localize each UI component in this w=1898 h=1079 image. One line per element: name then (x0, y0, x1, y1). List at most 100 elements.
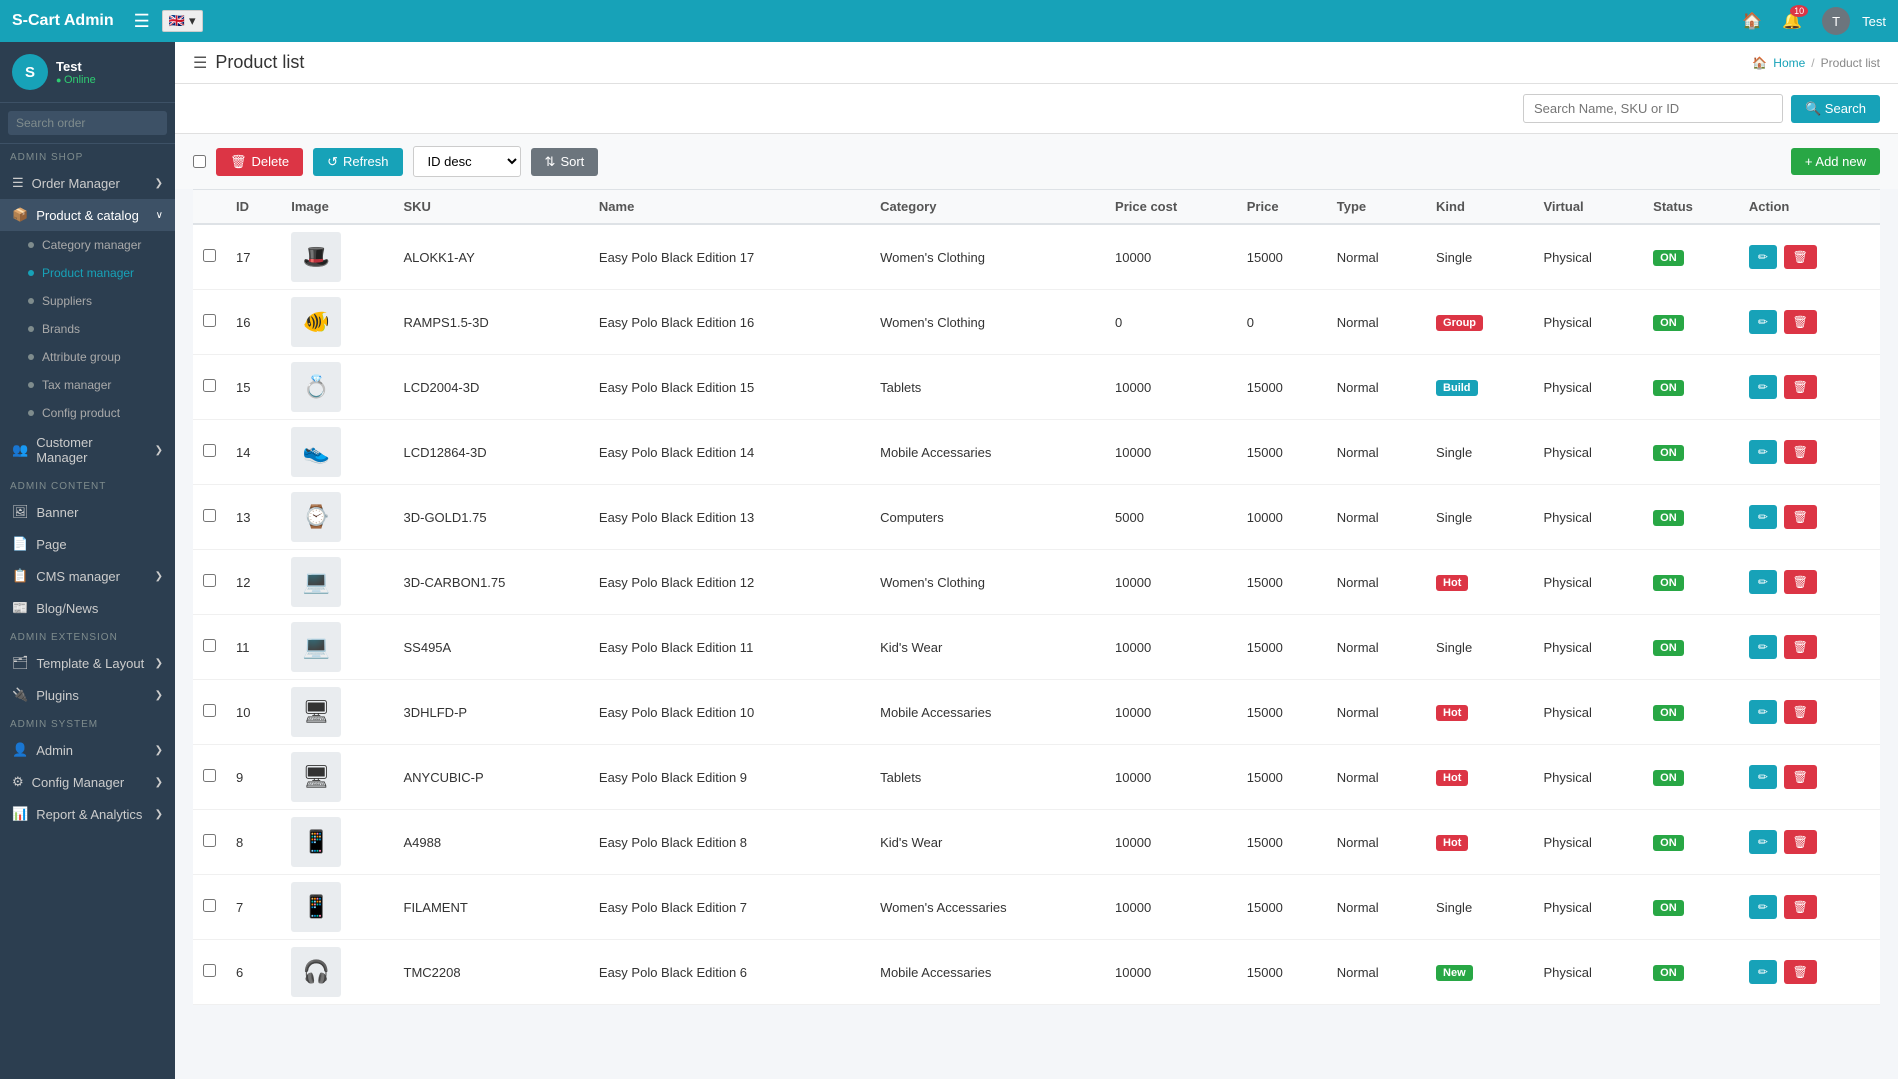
template-icon: 🗂 (12, 655, 29, 671)
row-kind: Group (1426, 290, 1533, 355)
row-checkbox[interactable] (203, 769, 216, 782)
sidebar-item-label: Order Manager (32, 176, 120, 191)
table-row: 12 💻 3D-CARBON1.75 Easy Polo Black Editi… (193, 550, 1880, 615)
row-checkbox[interactable] (203, 444, 216, 457)
sidebar-item-template-layout[interactable]: 🗂 Template & Layout ❯ (0, 647, 175, 679)
delete-row-button[interactable]: 🗑 (1784, 830, 1817, 854)
edit-button[interactable]: ✏ (1749, 310, 1777, 334)
row-checkbox[interactable] (203, 314, 216, 327)
edit-button[interactable]: ✏ (1749, 960, 1777, 984)
edit-button[interactable]: ✏ (1749, 765, 1777, 789)
search-order-input[interactable] (8, 111, 167, 135)
sidebar-item-report-analytics[interactable]: 📊 Report & Analytics ❯ (0, 798, 175, 830)
row-checkbox[interactable] (203, 379, 216, 392)
sidebar-item-blog-news[interactable]: 📰 Blog/News (0, 592, 175, 624)
row-sku: 3D-GOLD1.75 (394, 485, 589, 550)
sidebar-item-brands[interactable]: Brands (0, 315, 175, 343)
delete-row-button[interactable]: 🗑 (1784, 440, 1817, 464)
sidebar-item-plugins[interactable]: 🔌 Plugins ❯ (0, 679, 175, 711)
row-checkbox[interactable] (203, 964, 216, 977)
row-type: Normal (1327, 810, 1426, 875)
breadcrumb-home-link[interactable]: Home (1773, 56, 1805, 70)
row-checkbox[interactable] (203, 249, 216, 262)
sidebar-item-config-manager[interactable]: ⚙ Config Manager ❯ (0, 766, 175, 798)
edit-button[interactable]: ✏ (1749, 375, 1777, 399)
kind-label: Single (1436, 640, 1472, 655)
user-avatar[interactable]: T (1822, 7, 1850, 35)
sidebar-item-product-catalog[interactable]: 📦 Product & catalog ∨ (0, 199, 175, 231)
row-price: 15000 (1237, 420, 1327, 485)
sidebar: S Test Online ADMIN SHOP ☰ Order Manager… (0, 42, 175, 1079)
row-category: Kid's Wear (870, 810, 1105, 875)
table-row: 11 💻 SS495A Easy Polo Black Edition 11 K… (193, 615, 1880, 680)
row-price: 15000 (1237, 940, 1327, 1005)
edit-button[interactable]: ✏ (1749, 830, 1777, 854)
row-price-cost: 10000 (1105, 355, 1237, 420)
sort-select[interactable]: ID desc ID asc Name asc Name desc (413, 146, 521, 177)
product-image: 💻 (291, 622, 341, 672)
language-selector[interactable]: 🇬🇧 ▾ (162, 10, 203, 32)
row-checkbox[interactable] (203, 899, 216, 912)
sidebar-item-order-manager[interactable]: ☰ Order Manager ❯ (0, 167, 175, 199)
row-virtual: Physical (1533, 355, 1643, 420)
row-price-cost: 10000 (1105, 550, 1237, 615)
sort-button[interactable]: ⇅ Sort (531, 148, 599, 176)
edit-button[interactable]: ✏ (1749, 505, 1777, 529)
row-type: Normal (1327, 615, 1426, 680)
kind-label: Single (1436, 250, 1472, 265)
delete-row-button[interactable]: 🗑 (1784, 960, 1817, 984)
notification-bell-icon[interactable]: 🔔 10 (1782, 11, 1802, 31)
sidebar-item-admin[interactable]: 👤 Admin ❯ (0, 734, 175, 766)
product-image: 🐠 (291, 297, 341, 347)
sidebar-item-page[interactable]: 📄 Page (0, 528, 175, 560)
hamburger-icon[interactable]: ☰ (134, 11, 150, 32)
delete-row-button[interactable]: 🗑 (1784, 700, 1817, 724)
search-name-sku-id-input[interactable] (1523, 94, 1783, 123)
delete-row-button[interactable]: 🗑 (1784, 895, 1817, 919)
row-checkbox-cell (193, 420, 226, 485)
row-sku: TMC2208 (394, 940, 589, 1005)
row-type: Normal (1327, 745, 1426, 810)
edit-button[interactable]: ✏ (1749, 245, 1777, 269)
sidebar-item-banner[interactable]: 🖼 Banner (0, 496, 175, 528)
row-category: Computers (870, 485, 1105, 550)
sidebar-item-suppliers[interactable]: Suppliers (0, 287, 175, 315)
sidebar-item-customer-manager[interactable]: 👥 Customer Manager ❯ (0, 427, 175, 473)
sidebar-item-config-product[interactable]: Config product (0, 399, 175, 427)
sidebar-item-product-manager[interactable]: Product manager (0, 259, 175, 287)
delete-row-button[interactable]: 🗑 (1784, 635, 1817, 659)
sidebar-item-category-manager[interactable]: Category manager (0, 231, 175, 259)
row-checkbox-cell (193, 224, 226, 290)
table-header-status: Status (1643, 190, 1739, 225)
delete-button[interactable]: 🗑 Delete (216, 148, 303, 176)
add-new-button[interactable]: + Add new (1791, 148, 1880, 175)
row-checkbox[interactable] (203, 509, 216, 522)
edit-button[interactable]: ✏ (1749, 895, 1777, 919)
delete-row-button[interactable]: 🗑 (1784, 245, 1817, 269)
sidebar-section-admin-extension: ADMIN EXTENSION (0, 624, 175, 647)
edit-button[interactable]: ✏ (1749, 440, 1777, 464)
row-name: Easy Polo Black Edition 11 (589, 615, 870, 680)
edit-button[interactable]: ✏ (1749, 570, 1777, 594)
edit-button[interactable]: ✏ (1749, 700, 1777, 724)
delete-row-button[interactable]: 🗑 (1784, 375, 1817, 399)
delete-row-button[interactable]: 🗑 (1784, 310, 1817, 334)
select-all-checkbox[interactable] (193, 155, 206, 168)
sidebar-item-cms-manager[interactable]: 📋 CMS manager ❯ (0, 560, 175, 592)
row-name: Easy Polo Black Edition 10 (589, 680, 870, 745)
delete-row-button[interactable]: 🗑 (1784, 570, 1817, 594)
delete-row-button[interactable]: 🗑 (1784, 765, 1817, 789)
home-nav-icon[interactable]: 🏠 (1742, 11, 1762, 31)
refresh-button[interactable]: ↺ Refresh (313, 148, 402, 176)
sidebar-item-attribute-group[interactable]: Attribute group (0, 343, 175, 371)
search-button[interactable]: 🔍 Search (1791, 95, 1880, 123)
sidebar-item-tax-manager[interactable]: Tax manager (0, 371, 175, 399)
row-checkbox[interactable] (203, 639, 216, 652)
edit-button[interactable]: ✏ (1749, 635, 1777, 659)
row-sku: ALOKK1-AY (394, 224, 589, 290)
row-checkbox[interactable] (203, 574, 216, 587)
row-virtual: Physical (1533, 940, 1643, 1005)
row-checkbox[interactable] (203, 704, 216, 717)
delete-row-button[interactable]: 🗑 (1784, 505, 1817, 529)
row-checkbox[interactable] (203, 834, 216, 847)
